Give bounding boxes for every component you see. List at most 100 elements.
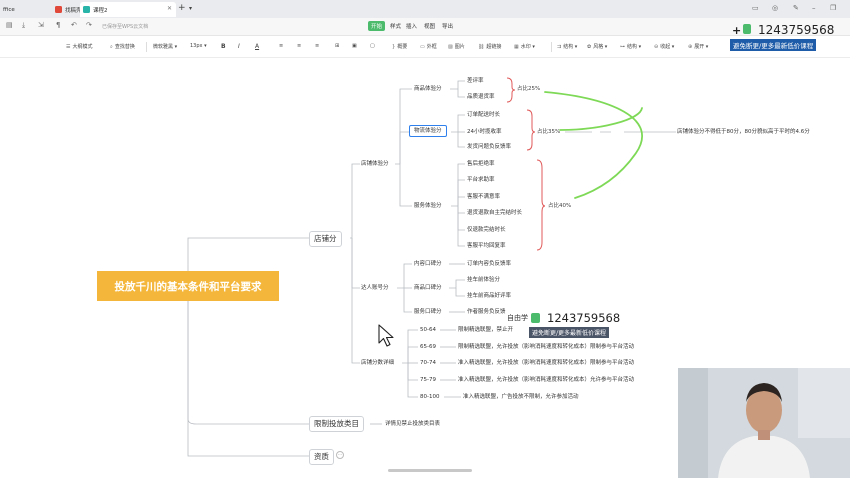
watermark-button[interactable]: ▦ 水印 ▾ (514, 43, 535, 50)
score-range[interactable]: 75-79 (420, 376, 436, 384)
leaf-pre-cart-good-rate[interactable]: 挂车前商品好评率 (467, 292, 511, 300)
horizontal-scrollbar[interactable] (388, 469, 472, 472)
score-rule[interactable]: 准入精选联盟，允许投放（影响消耗速度和转化成本）允许参与平台活动 (458, 376, 634, 384)
align-center-icon[interactable]: ≡ (297, 43, 301, 49)
node-fill-icon[interactable]: ▣ (352, 43, 357, 49)
export-icon[interactable]: ⇲ (38, 21, 44, 29)
leaf-refund-completion-time[interactable]: 退货退款自主完结时长 (467, 209, 522, 217)
redo-icon[interactable]: ↷ (86, 21, 92, 29)
edit-icon[interactable]: ✎ (793, 4, 799, 12)
node-service-experience[interactable]: 服务体验分 (414, 202, 442, 210)
leaf-platform-help-rate[interactable]: 平台求助率 (467, 176, 495, 184)
node-qualification[interactable]: 资质 (309, 449, 334, 465)
leaf-refund-only-time[interactable]: 仅退款完结时长 (467, 226, 506, 234)
leaf-shipping-negative-rate[interactable]: 发货问题负反馈率 (467, 143, 511, 151)
window-icon[interactable]: ▭ (752, 4, 759, 12)
node-content-reputation[interactable]: 内容口碑分 (414, 260, 442, 268)
node-restricted-categories[interactable]: 限制投放类目 (309, 416, 364, 432)
collapse-button[interactable]: ⊖ 收起 ▾ (654, 43, 674, 50)
note-logistics[interactable]: 店铺体验分不得低于80分，80分貌似高于平时的4.6分 (677, 128, 810, 136)
mindmap-root-node[interactable]: 投放千川的基本条件和平台要求 (97, 271, 279, 301)
leaf-quality-return-rate[interactable]: 品质退货率 (467, 93, 495, 101)
close-tab-icon[interactable]: ✕ (167, 5, 172, 12)
bold-button[interactable]: B (221, 43, 226, 50)
structure-icon: ⊶ (620, 44, 625, 50)
promo-number: 1243759568 (758, 23, 835, 37)
leaf-delivery-time[interactable]: 订单配送时长 (467, 111, 500, 119)
score-rule[interactable]: 准入精选联盟，允许投放（影响消耗速度和转化成本）限制参与平台活动 (458, 359, 634, 367)
leaf-cs-avg-reply[interactable]: 客服平均回复率 (467, 242, 506, 250)
score-range[interactable]: 50-64 (420, 326, 436, 334)
menu-export[interactable]: 导出 (442, 22, 453, 30)
expand-button[interactable]: ⊕ 展开 ▾ (688, 43, 708, 50)
promo-overlay: + 1243759568 避免断更/更多最新低价课程 (728, 19, 850, 55)
collapse-icon: ⊖ (654, 44, 659, 50)
share-goods: 占比25% (517, 86, 541, 92)
score-rule[interactable]: 限制精选联盟，允许投放（影响消耗速度和转化成本）限制参与平台活动 (458, 343, 634, 351)
score-range[interactable]: 80-100 (420, 393, 439, 401)
structure-button[interactable]: ⊶ 结构 ▾ (620, 43, 641, 50)
leaf-pre-cart-experience[interactable]: 挂车前体验分 (467, 276, 500, 284)
note-restricted[interactable]: 详情见禁止投放类目表 (385, 420, 440, 428)
menu-view[interactable]: 视图 (424, 22, 435, 30)
new-tab-icon[interactable]: + (178, 3, 186, 13)
chevron-down-icon[interactable]: ▾ (189, 5, 192, 12)
leaf-author-service-negative[interactable]: 作者服务负反馈 (467, 308, 506, 316)
file-menu-icon[interactable]: ▤ (6, 21, 13, 29)
align-left-icon[interactable]: ≡ (279, 43, 283, 49)
find-replace-button[interactable]: ⌕ 查找替换 (110, 43, 135, 50)
collapse-dot-icon[interactable]: ··· (336, 451, 344, 459)
format-painter-icon[interactable]: ¶ (56, 21, 60, 29)
node-goods-reputation[interactable]: 商品口碑分 (414, 284, 442, 292)
score-rule[interactable]: 准入精选联盟，广告投放不限制，允许参加活动 (463, 393, 579, 401)
theme-button[interactable]: ✿ 风格 ▾ (587, 43, 607, 50)
hyperlink-button[interactable]: ⛓ 超链接 (478, 43, 501, 50)
leaf-bad-review-rate[interactable]: 差评率 (467, 77, 484, 85)
menu-style[interactable]: 样式 (390, 22, 401, 30)
watermark-icon: ▦ (514, 44, 519, 50)
leaf-cs-dissatisfaction[interactable]: 客服不满意率 (467, 193, 500, 201)
node-style-icon[interactable]: ⊞ (335, 43, 339, 49)
node-service-reputation[interactable]: 服务口碑分 (414, 308, 442, 316)
leaf-24h-pickup-rate[interactable]: 24小时揽收率 (467, 128, 502, 136)
node-logistics-experience[interactable]: 物流体验分 (409, 125, 447, 137)
layout-button[interactable]: ⇉ 结构 ▾ (557, 43, 577, 50)
minimize-icon[interactable]: – (812, 4, 816, 12)
score-rule[interactable]: 限制精选联盟，禁止开 (458, 326, 513, 334)
leaf-after-sales-refusal[interactable]: 售后拒绝率 (467, 160, 495, 168)
outline-icon: ☰ (66, 44, 71, 50)
node-store-experience[interactable]: 店铺体验分 (361, 160, 389, 168)
tab-office[interactable]: ffice (0, 2, 50, 17)
wps-doc-icon (55, 6, 62, 13)
align-right-icon[interactable]: ≡ (315, 43, 319, 49)
summary-button[interactable]: } 概要 (392, 43, 407, 50)
leaf-order-content-negative[interactable]: 订单内容负反馈率 (467, 260, 511, 268)
menu-insert[interactable]: 插入 (406, 22, 417, 30)
score-range[interactable]: 70-74 (420, 359, 436, 367)
chat-logo-icon (743, 24, 751, 34)
node-border-icon[interactable]: ▢ (370, 43, 375, 49)
skin-icon[interactable]: ◎ (772, 4, 778, 12)
font-color-button[interactable]: A (255, 43, 259, 50)
image-button[interactable]: ▨ 图片 (448, 43, 465, 50)
node-store-score[interactable]: 店铺分 (309, 231, 342, 247)
italic-button[interactable]: I (238, 43, 240, 50)
menu-start[interactable]: 开始 (368, 21, 386, 31)
undo-icon[interactable]: ↶ (71, 21, 77, 29)
score-range[interactable]: 65-69 (420, 343, 436, 351)
divider (146, 42, 147, 52)
node-score-detail[interactable]: 店铺分数详细 (361, 359, 394, 367)
node-talent-account[interactable]: 达人账号分 (361, 284, 389, 292)
tab-label: 课程2 (93, 7, 108, 14)
tab-course2[interactable]: 课程2 ✕ (80, 2, 176, 17)
share-service: 占比40% (548, 203, 572, 209)
download-icon[interactable]: ⤓ (22, 21, 25, 30)
font-size-select[interactable]: 13px ▾ (190, 43, 207, 49)
frame-button[interactable]: ▭ 外框 (420, 43, 437, 50)
restore-icon[interactable]: ❐ (830, 4, 836, 12)
node-goods-experience[interactable]: 商品体验分 (414, 85, 442, 93)
outline-mode-button[interactable]: ☰ 大纲模式 (66, 43, 93, 50)
image-icon: ▨ (448, 44, 453, 50)
font-family-select[interactable]: 微软雅黑 ▾ (153, 43, 177, 50)
summary-icon: } (392, 44, 396, 50)
